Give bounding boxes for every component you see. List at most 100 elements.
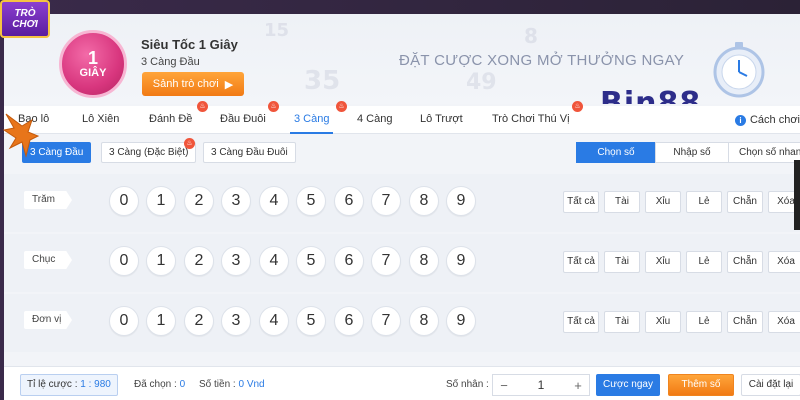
plus-button[interactable]: + — [567, 378, 589, 393]
minus-button[interactable]: − — [493, 378, 515, 393]
lobby-button-label: Sảnh trò chơi — [152, 78, 219, 90]
tab-3-cang[interactable]: 3 Càng ♨ — [290, 101, 347, 134]
quick-odd-button[interactable]: Lẻ — [686, 311, 722, 333]
rules-link[interactable]: i Cách chơi — [734, 106, 800, 134]
digit-row-tens: Chục 0 1 2 3 4 5 6 7 8 9 Tất cả Tài Xỉu … — [4, 234, 800, 292]
tab-label: 4 Càng — [357, 113, 393, 125]
tab-label: Đánh Đề — [149, 113, 193, 125]
row-label: Trăm — [24, 191, 72, 209]
mode-quick-pick[interactable]: Chọn số nhanh — [728, 142, 800, 163]
quick-even-button[interactable]: Chẵn — [727, 251, 763, 273]
digit-ball[interactable]: 5 — [296, 246, 326, 276]
quick-even-button[interactable]: Chẵn — [727, 191, 763, 213]
digit-ball[interactable]: 0 — [109, 246, 139, 276]
quick-big-button[interactable]: Tài — [604, 191, 640, 213]
bet-now-button[interactable]: Cược ngay — [596, 374, 660, 396]
quick-small-button[interactable]: Xỉu — [645, 251, 681, 273]
bg-number: 8 — [524, 24, 538, 48]
quick-big-button[interactable]: Tài — [604, 311, 640, 333]
tab-tro-choi-thu-vi[interactable]: Trò Chơi Thú Vị ♨ — [492, 101, 583, 134]
tab-label: Trò Chơi Thú Vị — [492, 113, 570, 125]
play-arrow-icon: ▶ — [224, 78, 234, 91]
tab-label: 3 Càng — [294, 113, 330, 125]
tab-lo-xien[interactable]: Lô Xiên — [82, 106, 119, 134]
quick-odd-button[interactable]: Lẻ — [686, 191, 722, 213]
reset-button[interactable]: Cài đặt lại — [741, 374, 800, 396]
quick-all-button[interactable]: Tất cả — [563, 251, 599, 273]
tab-danh-de[interactable]: Đánh Đề ♨ — [149, 101, 208, 134]
digit-ball[interactable]: 6 — [334, 186, 364, 216]
quick-all-button[interactable]: Tất cả — [563, 311, 599, 333]
game-header: 49 35 8 15 1 GIÂY Siêu Tốc 1 Giây 3 Càng… — [4, 14, 800, 104]
quick-small-button[interactable]: Xỉu — [645, 311, 681, 333]
tab-4-cang[interactable]: 4 Càng — [357, 106, 392, 134]
digit-ball[interactable]: 8 — [409, 306, 439, 336]
digit-ball[interactable]: 3 — [221, 186, 251, 216]
game-badge: 1 GIÂY — [59, 30, 127, 98]
digit-ball[interactable]: 8 — [409, 246, 439, 276]
multiplier-stepper: − 1 + — [492, 374, 590, 396]
brand-logo: Bin88 — [600, 86, 702, 104]
mode-enter-number[interactable]: Nhập số — [655, 142, 729, 163]
lobby-button[interactable]: Sảnh trò chơi ▶ — [142, 72, 244, 96]
digit-ball[interactable]: 4 — [259, 246, 289, 276]
row-label: Đơn vị — [24, 311, 72, 329]
bet-amount: Số tiền : 0 Vnd — [199, 379, 265, 390]
digit-ball[interactable]: 1 — [146, 246, 176, 276]
quick-even-button[interactable]: Chẵn — [727, 311, 763, 333]
bet-footer: Tỉ lệ cược : 1 : 980 Đã chọn : 0 Số tiền… — [4, 366, 800, 400]
digit-ball[interactable]: 3 — [221, 246, 251, 276]
digit-ball[interactable]: 2 — [184, 186, 214, 216]
rules-label: Cách chơi — [749, 114, 800, 126]
hot-icon: ♨ — [197, 101, 208, 112]
digit-ball[interactable]: 7 — [371, 246, 401, 276]
digit-ball[interactable]: 9 — [446, 186, 476, 216]
maple-leaf-icon — [2, 113, 40, 158]
amount-label: Số tiền : — [199, 379, 236, 390]
quick-all-button[interactable]: Tất cả — [563, 191, 599, 213]
subtype-bar: 3 Càng Đầu 3 Càng (Đặc Biệt) ♨ 3 Càng Đầ… — [4, 135, 800, 169]
row-label: Chục — [24, 251, 72, 269]
digit-ball[interactable]: 5 — [296, 186, 326, 216]
digit-ball[interactable]: 7 — [371, 186, 401, 216]
quick-clear-button[interactable]: Xóa — [768, 251, 800, 273]
scrollbar[interactable] — [794, 160, 800, 230]
quick-small-button[interactable]: Xỉu — [645, 191, 681, 213]
odds-value: 1 : 980 — [80, 379, 111, 390]
mode-pick-number[interactable]: Chọn số — [576, 142, 656, 163]
digit-ball[interactable]: 2 — [184, 246, 214, 276]
digit-ball[interactable]: 9 — [446, 306, 476, 336]
digit-ball[interactable]: 3 — [221, 306, 251, 336]
multiplier-input[interactable]: 1 — [515, 378, 567, 392]
digit-ball[interactable]: 2 — [184, 306, 214, 336]
digit-ball[interactable]: 0 — [109, 306, 139, 336]
digit-ball[interactable]: 6 — [334, 306, 364, 336]
quick-big-button[interactable]: Tài — [604, 251, 640, 273]
tab-label: Đầu Đuôi — [220, 113, 266, 125]
hot-icon: ♨ — [572, 101, 583, 112]
tab-lo-truot[interactable]: Lô Trượt — [420, 106, 463, 134]
digit-ball[interactable]: 0 — [109, 186, 139, 216]
multiplier-label: Số nhân : — [446, 379, 489, 390]
digit-ball[interactable]: 8 — [409, 186, 439, 216]
subtab-3-cang-dau-duoi[interactable]: 3 Càng Đầu Đuôi — [203, 142, 296, 163]
digit-ball[interactable]: 9 — [446, 246, 476, 276]
hot-icon: ♨ — [268, 101, 279, 112]
digit-ball[interactable]: 4 — [259, 186, 289, 216]
selected-count: Đã chọn : 0 — [134, 379, 185, 390]
quick-odd-button[interactable]: Lẻ — [686, 251, 722, 273]
info-icon: i — [734, 114, 746, 126]
odds-box: Tỉ lệ cược : 1 : 980 — [20, 374, 118, 396]
digit-ball[interactable]: 6 — [334, 246, 364, 276]
digit-ball[interactable]: 1 — [146, 186, 176, 216]
tab-dau-duoi[interactable]: Đầu Đuôi ♨ — [220, 101, 279, 134]
digit-ball[interactable]: 1 — [146, 306, 176, 336]
subtab-3-cang-dac-biet[interactable]: 3 Càng (Đặc Biệt) — [101, 142, 197, 163]
quick-clear-button[interactable]: Xóa — [768, 311, 800, 333]
digit-ball[interactable]: 7 — [371, 306, 401, 336]
badge-number: 1 — [87, 48, 98, 68]
game-panel: 49 35 8 15 1 GIÂY Siêu Tốc 1 Giây 3 Càng… — [4, 14, 800, 400]
digit-ball[interactable]: 4 — [259, 306, 289, 336]
add-number-button[interactable]: Thêm số — [668, 374, 734, 396]
digit-ball[interactable]: 5 — [296, 306, 326, 336]
